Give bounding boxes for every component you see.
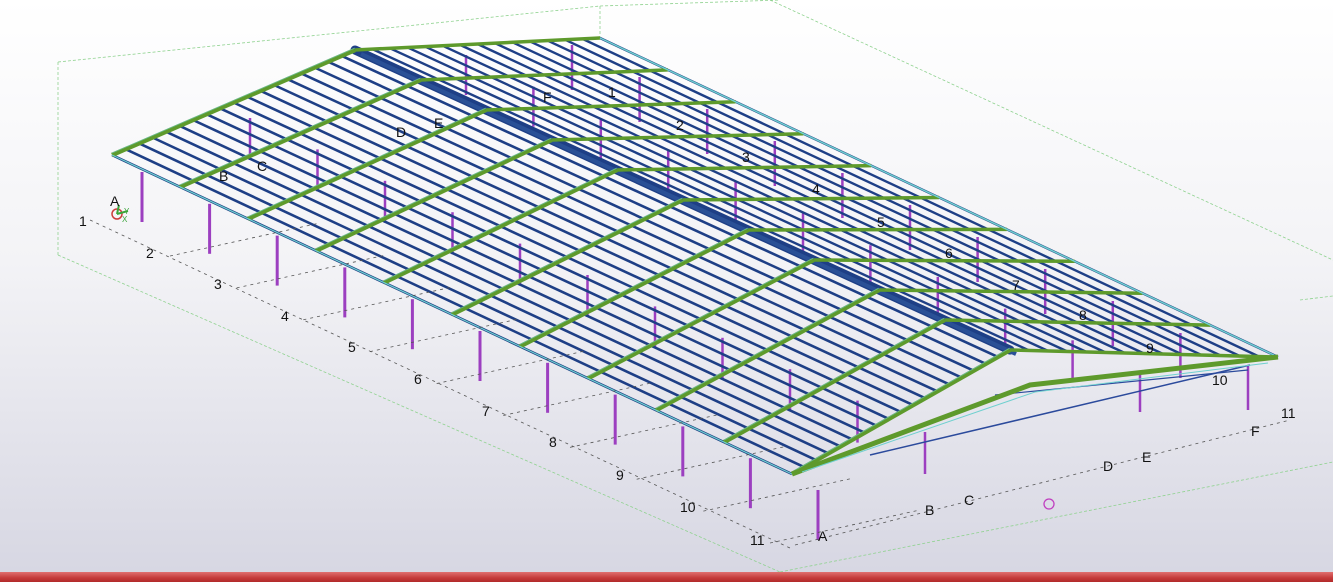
ridge-number: 5 [877,214,885,230]
grid-dimension-line [636,445,787,480]
grid-letter: D [1103,458,1113,474]
grid-number: 9 [616,467,624,483]
status-bar-strip [0,572,1333,582]
grid-number: 8 [549,434,557,450]
grid-letter: C [964,492,974,508]
grid-letter: B [925,502,934,518]
grid-number: 10 [680,499,696,515]
axis-x-label: X [122,215,128,224]
gable-frame-highlight [801,362,1269,473]
grid-number-end: 11 [1281,405,1296,421]
work-area-box [57,0,1333,572]
grid-letter: E [434,115,443,131]
ridge-number: 3 [742,149,750,165]
grid-number: 7 [482,403,490,419]
grid-dimension-line [794,419,1291,546]
grid-letter: F [1251,423,1260,439]
grid-letter: F [543,89,552,105]
rafter-right [551,131,804,142]
rafter-right [1009,348,1279,359]
grid-letter: E [1142,449,1151,465]
grid-number: 6 [414,371,422,387]
grid-label-a-origin: A [110,193,120,209]
ridge-number: 1 [608,84,616,100]
rafter-highlight [791,347,1011,473]
rafter-right [616,163,872,172]
rafter-right [682,195,940,202]
grid-letter: B [219,168,228,184]
grid-number: 2 [146,245,154,261]
rafter-right [878,288,1143,295]
ridge-number: 9 [1146,340,1154,356]
rafter-left [722,318,946,445]
work-point-icon[interactable] [1043,498,1055,510]
bracing-group [869,364,1251,456]
ridge-number: 7 [1012,277,1020,293]
grid-letters-front: A B C D E F 11 [818,405,1296,544]
axis-y-label: Y [124,207,130,216]
ridge-number: 8 [1079,307,1087,323]
rafter-right [485,100,736,112]
grid-number: 3 [214,276,222,292]
grid-letter: D [396,124,406,140]
grid-dimension-line [703,477,854,512]
grid-dimension-line [169,222,321,257]
steel-structure-model[interactable]: X Y A 1 2 3 4 5 6 7 8 9 10 11 A B C D E [0,0,1333,572]
grid-dimension-line [769,509,921,544]
ridge-number: 6 [945,245,953,261]
grid-number: 4 [281,308,289,324]
ridge-number: 10 [1212,372,1228,388]
grid-number: 11 [750,532,765,548]
ridge-number: 4 [812,181,820,197]
grid-label-1-origin: 1 [79,213,87,229]
rafter-highlight [519,227,749,345]
rafter-highlight [111,47,356,154]
grid-letter: A [818,528,828,544]
ridge-number: 2 [676,117,684,133]
bracing-member [869,364,1251,456]
model-viewport[interactable]: X Y A 1 2 3 4 5 6 7 8 9 10 11 A B C D E [0,0,1333,582]
grid-number: 5 [348,339,356,355]
grid-letter: C [257,158,267,174]
